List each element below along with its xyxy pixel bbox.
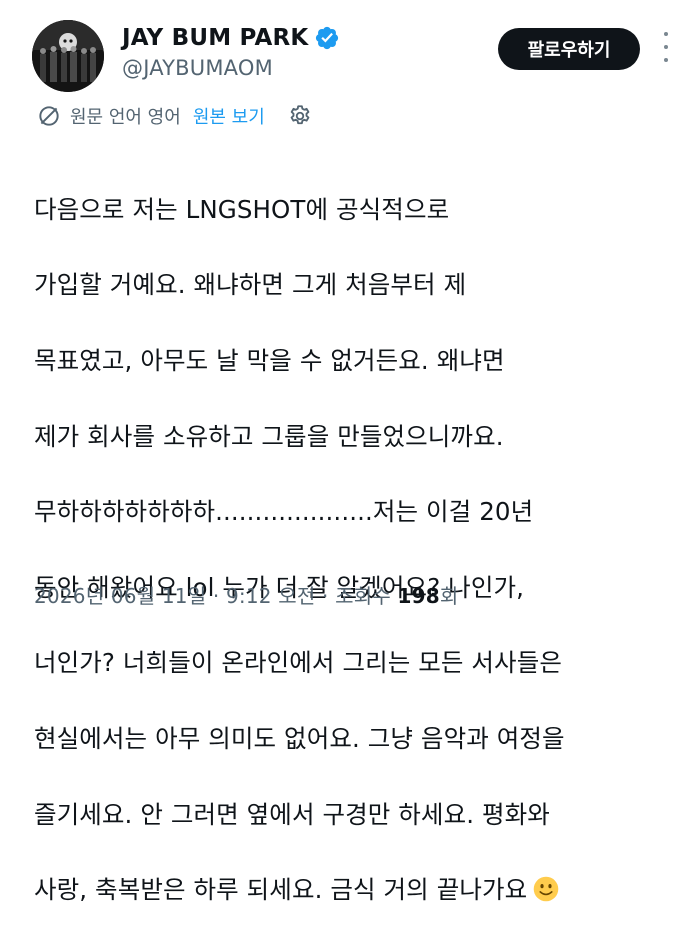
author-handle[interactable]: @JAYBUMAOM: [122, 56, 273, 80]
more-dot: [664, 58, 668, 62]
tweet-line: 목표였고, 아무도 날 막을 수 없거든요. 왜냐면: [34, 345, 505, 375]
translation-row: 원문 언어 영어 원본 보기: [36, 100, 313, 132]
meta-separator: ·: [315, 584, 336, 608]
tweet-line: 현실에서는 아무 의미도 없어요. 그냥 음악과 여정을: [34, 723, 565, 753]
translation-label: 원문 언어 영어: [70, 107, 181, 128]
tweet-line: 사랑, 축복받은 하루 되세요. 금식 거의 끝나가요: [34, 875, 528, 905]
author-display-name[interactable]: JAY BUM PARK: [122, 25, 308, 51]
show-original-link[interactable]: 원본 보기: [193, 103, 265, 129]
tweet-line: 제가 회사를 소유하고 그룹을 만들었으니까요.: [34, 421, 504, 451]
tweet-time[interactable]: 9:12 오전: [226, 584, 315, 608]
verified-badge-icon: [316, 26, 339, 50]
views-count[interactable]: 198: [398, 584, 440, 608]
tweet-meta: 2026년 06월 11일 · 9:12 오전 · 조회수 198회: [34, 580, 459, 609]
tweet-text: 다음으로 저는 LNGSHOT에 공식적으로 가입할 거예요. 왜냐하면 그게 …: [34, 153, 674, 947]
tweet-line: 즐기세요. 안 그러면 옆에서 구경만 하세요. 평화와: [34, 799, 550, 829]
tweet-line: 너인가? 너희들이 온라인에서 그리는 모든 서사들은: [34, 648, 562, 678]
tweet-date[interactable]: 2026년 06월 11일: [34, 584, 206, 608]
tweet-line: 무하하하하하하하....................저는 이걸 20년: [34, 497, 534, 527]
follow-button[interactable]: 팔로우하기: [498, 28, 640, 70]
meta-separator: ·: [206, 584, 226, 608]
more-options-icon[interactable]: [662, 32, 670, 62]
author-name-row: JAY BUM PARK: [122, 20, 340, 56]
tweet-line: 가입할 거예요. 왜냐하면 그게 처음부터 제: [34, 270, 467, 300]
more-dot: [664, 45, 668, 49]
more-dot: [664, 32, 668, 36]
views-label: 조회수: [335, 584, 398, 608]
translate-icon: [39, 106, 59, 126]
avatar[interactable]: [32, 20, 104, 92]
views-suffix: 회: [439, 584, 459, 608]
gear-icon[interactable]: [287, 103, 313, 129]
tweet-line: 다음으로 저는 LNGSHOT에 공식적으로: [34, 194, 450, 224]
tweet-last-line: 사랑, 축복받은 하루 되세요. 금식 거의 끝나가요: [34, 871, 674, 909]
smile-emoji-icon: [533, 876, 559, 902]
